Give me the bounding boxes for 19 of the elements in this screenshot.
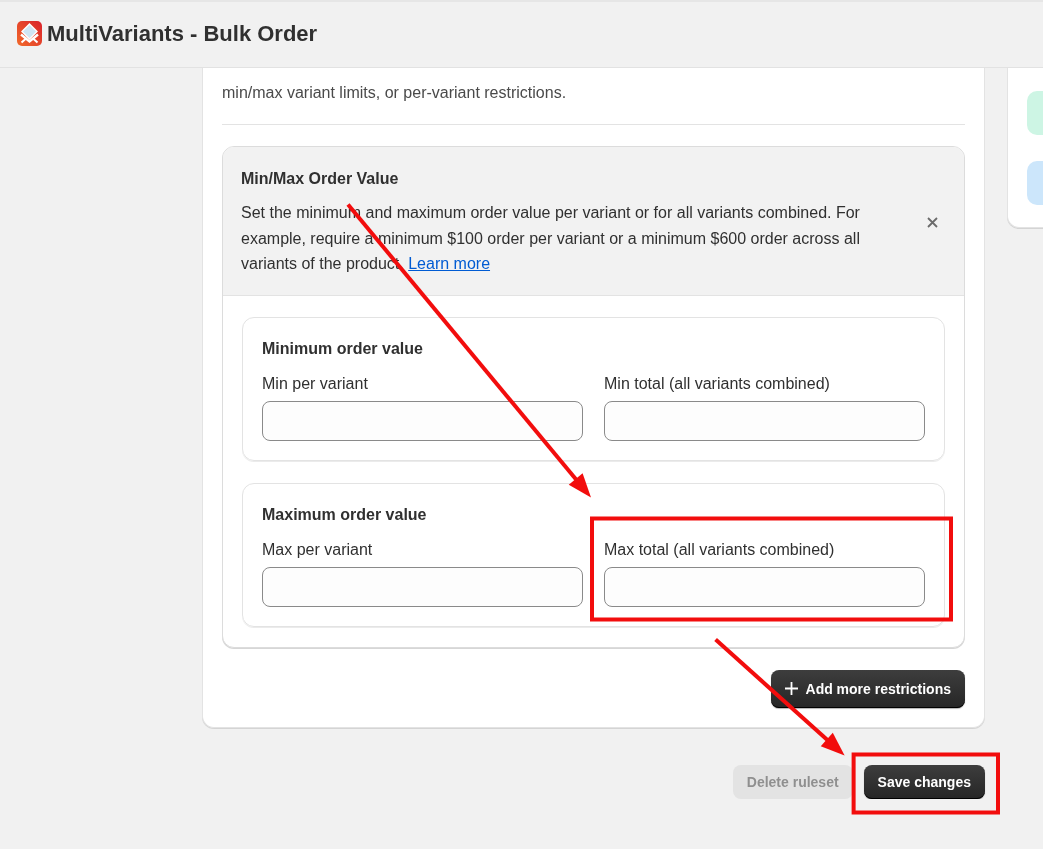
close-icon xyxy=(926,217,938,229)
input-field[interactable] xyxy=(262,400,583,441)
field-label: Min total (all variants combined) xyxy=(604,373,831,394)
add-restrictions-button[interactable]: Add more restrictions xyxy=(770,669,965,708)
input-field[interactable] xyxy=(604,566,925,607)
app-logo-icon xyxy=(17,21,42,46)
learn-more-link[interactable]: Learn more xyxy=(408,255,491,272)
field-label: Max total (all variants combined) xyxy=(604,539,836,560)
app-title: MultiVariants - Bulk Order xyxy=(47,20,318,47)
card-description: min/max variant limits, or per-variant restrictions. xyxy=(222,83,568,103)
field-label: Min per variant xyxy=(262,373,369,394)
input-field[interactable] xyxy=(604,400,925,441)
input-field[interactable] xyxy=(262,566,583,607)
group-title: Maximum order value xyxy=(262,504,428,525)
group-title: Minimum order value xyxy=(262,338,424,359)
plus-icon xyxy=(784,682,798,695)
restriction-title: Min/Max Order Value xyxy=(241,169,400,189)
field-label: Max per variant xyxy=(262,539,374,560)
save-changes-button[interactable]: Save changes xyxy=(863,764,985,799)
